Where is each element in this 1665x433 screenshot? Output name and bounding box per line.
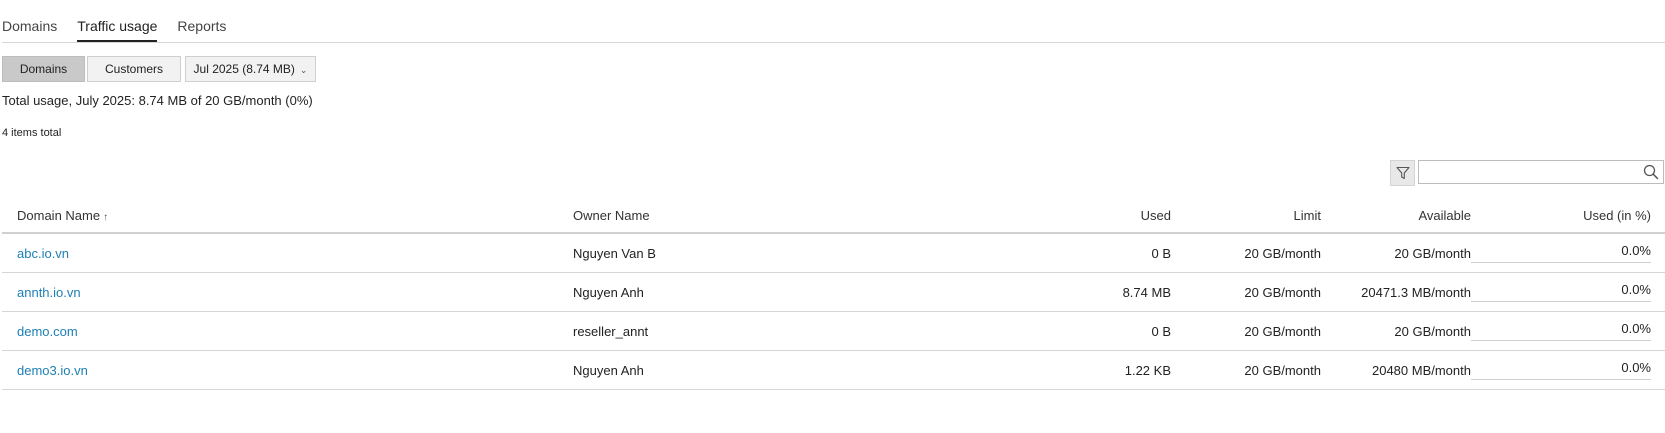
column-header-owner-name[interactable]: Owner Name: [573, 199, 903, 234]
used-percent-cell: 0.0%: [1471, 272, 1665, 312]
table-row: abc.io.vn Nguyen Van B 0 B 20 GB/month 2…: [2, 233, 1665, 273]
domains-view-button[interactable]: Domains: [2, 56, 85, 82]
domain-cell: demo.com: [2, 311, 573, 351]
tab-traffic-usage[interactable]: Traffic usage: [77, 17, 158, 42]
page: Domains Traffic usage Reports Domains Cu…: [0, 0, 1665, 433]
month-select-button[interactable]: Jul 2025 (8.74 MB) ⌄: [185, 56, 316, 82]
domain-cell: demo3.io.vn: [2, 350, 573, 390]
owner-cell: reseller_annt: [573, 311, 903, 351]
domain-link[interactable]: demo.com: [17, 324, 78, 339]
column-header-used-percent[interactable]: Used (in %): [1471, 199, 1665, 234]
limit-cell: 20 GB/month: [1171, 311, 1321, 351]
filter-icon: [1395, 166, 1410, 180]
domain-cell: abc.io.vn: [2, 233, 573, 273]
owner-cell: Nguyen Van B: [573, 233, 903, 273]
month-select-label: Jul 2025 (8.74 MB): [193, 62, 295, 76]
limit-cell: 20 GB/month: [1171, 272, 1321, 312]
used-percent-value: 0.0%: [1471, 243, 1651, 263]
owner-cell: Nguyen Anh: [573, 272, 903, 312]
used-percent-cell: 0.0%: [1471, 350, 1665, 390]
search-input[interactable]: [1419, 161, 1646, 181]
column-header-used[interactable]: Used: [903, 199, 1171, 234]
available-cell: 20 GB/month: [1321, 311, 1471, 351]
tab-domains[interactable]: Domains: [2, 17, 57, 42]
view-segment-control: Domains Customers: [2, 56, 181, 82]
column-header-domain-name[interactable]: Domain Name ↑: [2, 199, 573, 234]
used-percent-value: 0.0%: [1471, 282, 1651, 302]
column-header-available[interactable]: Available: [1321, 199, 1471, 234]
domain-link[interactable]: annth.io.vn: [17, 285, 81, 300]
table-row: demo3.io.vn Nguyen Anh 1.22 KB 20 GB/mon…: [2, 350, 1665, 390]
available-cell: 20471.3 MB/month: [1321, 272, 1471, 312]
used-percent-value: 0.0%: [1471, 321, 1651, 341]
used-cell: 8.74 MB: [903, 272, 1171, 312]
search-icon[interactable]: [1643, 164, 1659, 180]
items-total-text: 4 items total: [2, 127, 62, 139]
domain-link[interactable]: abc.io.vn: [17, 246, 69, 261]
column-header-label: Domain Name: [17, 208, 101, 223]
available-cell: 20 GB/month: [1321, 233, 1471, 273]
chevron-down-icon: ⌄: [299, 65, 308, 75]
used-percent-value: 0.0%: [1471, 360, 1651, 380]
traffic-usage-table: Domain Name ↑ Owner Name Used Limit Avail…: [2, 199, 1665, 390]
sort-ascending-icon: ↑: [103, 212, 109, 223]
table-row: demo.com reseller_annt 0 B 20 GB/month 2…: [2, 311, 1665, 351]
owner-cell: Nguyen Anh: [573, 350, 903, 390]
used-percent-cell: 0.0%: [1471, 311, 1665, 351]
filter-button[interactable]: [1390, 160, 1415, 186]
domain-cell: annth.io.vn: [2, 272, 573, 312]
used-cell: 1.22 KB: [903, 350, 1171, 390]
tab-bar: Domains Traffic usage Reports: [2, 0, 1665, 43]
total-usage-text: Total usage, July 2025: 8.74 MB of 20 GB…: [2, 93, 313, 108]
domain-link[interactable]: demo3.io.vn: [17, 363, 88, 378]
table-header-row: Domain Name ↑ Owner Name Used Limit Avail…: [2, 199, 1665, 234]
customers-view-button[interactable]: Customers: [87, 56, 181, 82]
limit-cell: 20 GB/month: [1171, 233, 1321, 273]
table-row: annth.io.vn Nguyen Anh 8.74 MB 20 GB/mon…: [2, 272, 1665, 312]
used-cell: 0 B: [903, 311, 1171, 351]
available-cell: 20480 MB/month: [1321, 350, 1471, 390]
used-cell: 0 B: [903, 233, 1171, 273]
column-header-limit[interactable]: Limit: [1171, 199, 1321, 234]
limit-cell: 20 GB/month: [1171, 350, 1321, 390]
used-percent-cell: 0.0%: [1471, 233, 1665, 273]
search-field: [1418, 160, 1664, 184]
tab-reports[interactable]: Reports: [177, 17, 226, 42]
